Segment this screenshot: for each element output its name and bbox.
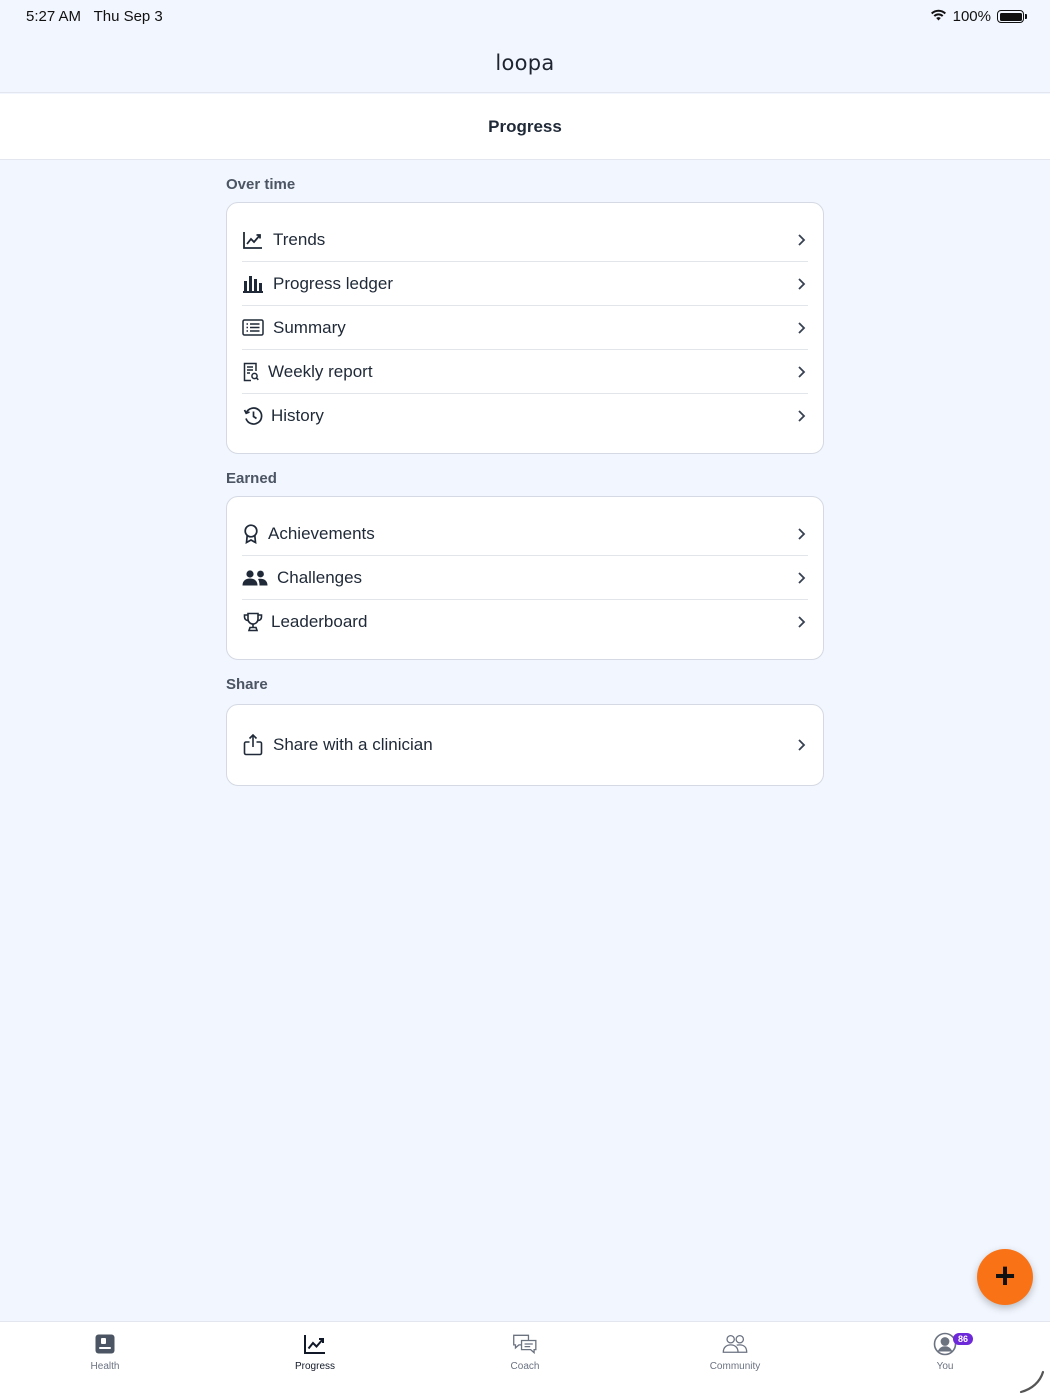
wifi-icon <box>930 8 947 25</box>
status-date: Thu Sep 3 <box>93 8 163 25</box>
tab-progress[interactable]: Progress <box>265 1331 365 1372</box>
chat-icon <box>512 1331 538 1357</box>
status-bar: 5:27 AM Thu Sep 3 100% <box>0 0 1050 34</box>
menu-item-summary[interactable]: Summary <box>242 306 808 350</box>
menu-item-label: Trends <box>273 229 326 249</box>
app-header: loopa <box>0 34 1050 93</box>
chevron-right-icon <box>798 233 806 246</box>
chevron-right-icon <box>798 277 806 290</box>
award-icon <box>242 523 260 545</box>
list-icon <box>242 317 264 339</box>
menu-item-history[interactable]: History <box>242 394 808 438</box>
menu-item-label: Leaderboard <box>271 612 368 631</box>
tab-label: Health <box>90 1361 120 1372</box>
community-icon <box>722 1331 748 1357</box>
menu-item-label: Progress ledger <box>273 273 394 293</box>
menu-item-label: Achievements <box>268 523 375 543</box>
app-logo: loopa <box>495 51 555 75</box>
bottom-tab-bar: Health Progress Coach Community 86 You <box>0 1321 1050 1400</box>
trend-chart-icon <box>242 229 264 251</box>
chevron-right-icon <box>798 571 806 584</box>
share-icon <box>242 734 264 756</box>
chevron-right-icon <box>798 410 806 422</box>
tab-label: Coach <box>510 1361 540 1372</box>
progress-icon <box>302 1331 328 1357</box>
history-icon <box>242 405 264 427</box>
chevron-right-icon <box>798 365 806 378</box>
tab-label: You <box>936 1361 954 1372</box>
page-header: Progress <box>0 94 1050 160</box>
plus-icon: + <box>994 1254 1016 1296</box>
tab-label: Progress <box>294 1361 335 1372</box>
menu-item-trends[interactable]: Trends <box>242 218 808 262</box>
page-title: Progress <box>488 116 562 136</box>
menu-item-label: Challenges <box>277 567 363 587</box>
health-icon <box>92 1331 118 1357</box>
menu-item-label: Share with a clinician <box>273 735 433 754</box>
menu-item-leaderboard[interactable]: Leaderboard <box>242 600 808 644</box>
progress-menu: Over time Trends Progress ledger Summary <box>226 160 824 786</box>
chevron-right-icon <box>798 739 806 751</box>
menu-item-label: History <box>271 406 324 425</box>
chevron-right-icon <box>798 616 806 628</box>
card-over-time: Trends Progress ledger Summary Weekly re… <box>226 202 824 454</box>
card-share: Share with a clinician <box>226 704 824 786</box>
tab-health[interactable]: Health <box>55 1331 155 1372</box>
battery-icon <box>997 10 1027 23</box>
menu-item-share-clinician[interactable]: Share with a clinician <box>242 723 808 767</box>
menu-item-achievements[interactable]: Achievements <box>242 512 808 556</box>
report-icon <box>242 361 260 383</box>
section-label-earned: Earned <box>226 470 277 487</box>
people-icon <box>242 567 268 589</box>
menu-item-progress-ledger[interactable]: Progress ledger <box>242 262 808 306</box>
tab-community[interactable]: Community <box>685 1331 785 1372</box>
tab-you[interactable]: 86 You <box>895 1331 995 1372</box>
section-label-over-time: Over time <box>226 176 296 193</box>
menu-item-weekly-report[interactable]: Weekly report <box>242 350 808 394</box>
menu-item-challenges[interactable]: Challenges <box>242 556 808 600</box>
resize-handle-icon <box>1019 1370 1045 1394</box>
tab-coach[interactable]: Coach <box>475 1331 575 1372</box>
add-button[interactable]: + <box>977 1249 1033 1305</box>
trophy-icon <box>242 611 264 633</box>
notification-badge: 86 <box>953 1333 974 1345</box>
status-indicators: 100% <box>930 8 1027 25</box>
bar-chart-icon <box>242 273 264 295</box>
tab-label: Community <box>709 1361 761 1372</box>
menu-item-label: Weekly report <box>268 361 373 381</box>
section-label-share: Share <box>226 676 268 693</box>
status-time: 5:27 AM <box>26 8 82 25</box>
chevron-right-icon <box>798 321 806 334</box>
menu-item-label: Summary <box>273 317 346 337</box>
battery-percent: 100% <box>952 8 991 25</box>
status-time-date: 5:27 AM Thu Sep 3 <box>26 8 163 25</box>
chevron-right-icon <box>798 527 806 540</box>
card-earned: Achievements Challenges Leaderboard <box>226 496 824 660</box>
